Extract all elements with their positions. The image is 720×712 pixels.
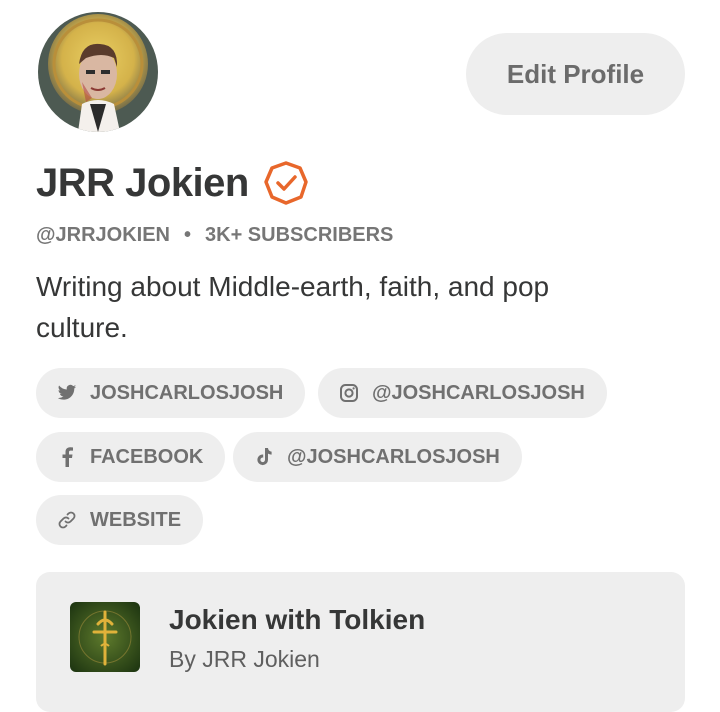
social-link-label: @JOSHCARLOSJOSH [372,381,585,404]
facebook-icon [56,446,78,468]
social-link-label: JOSHCARLOSJOSH [90,381,284,404]
subscriber-count[interactable]: 3K+ SUBSCRIBERS [205,224,393,247]
publication-byline: By JRR Jokien [169,646,320,672]
publication-logo [70,602,140,672]
link-icon [56,509,78,531]
profile-name-row: JRR Jokien [36,158,309,208]
verified-badge-icon [264,161,308,205]
social-link-label: FACEBOOK [90,445,204,468]
profile-bio: Writing about Middle-earth, faith, and p… [36,271,550,343]
social-link-instagram[interactable]: @JOSHCARLOSJOSH [318,368,607,418]
tiktok-icon [253,446,275,468]
avatar-image [38,12,158,132]
social-link-label: WEBSITE [90,508,182,531]
social-link-tiktok[interactable]: @JOSHCARLOSJOSH [233,432,522,482]
twitter-icon [56,382,78,404]
publication-card[interactable]: Jokien with Tolkien By JRR Jokien [36,572,685,712]
profile-handle[interactable]: @JRRJOKIEN [36,224,170,247]
instagram-icon [338,382,360,404]
meta-separator: • [183,224,191,246]
social-link-facebook[interactable]: FACEBOOK [36,432,226,482]
social-link-label: @JOSHCARLOSJOSH [287,445,500,468]
profile-meta: @JRRJOKIEN • 3K+ SUBSCRIBERS [36,224,393,247]
avatar[interactable] [38,12,158,132]
publication-title: Jokien with Tolkien [169,604,426,635]
social-link-website[interactable]: WEBSITE [36,495,204,545]
social-link-twitter[interactable]: JOSHCARLOSJOSH [36,368,306,418]
edit-profile-button[interactable]: Edit Profile [466,33,685,115]
profile-name: JRR Jokien [36,161,249,205]
